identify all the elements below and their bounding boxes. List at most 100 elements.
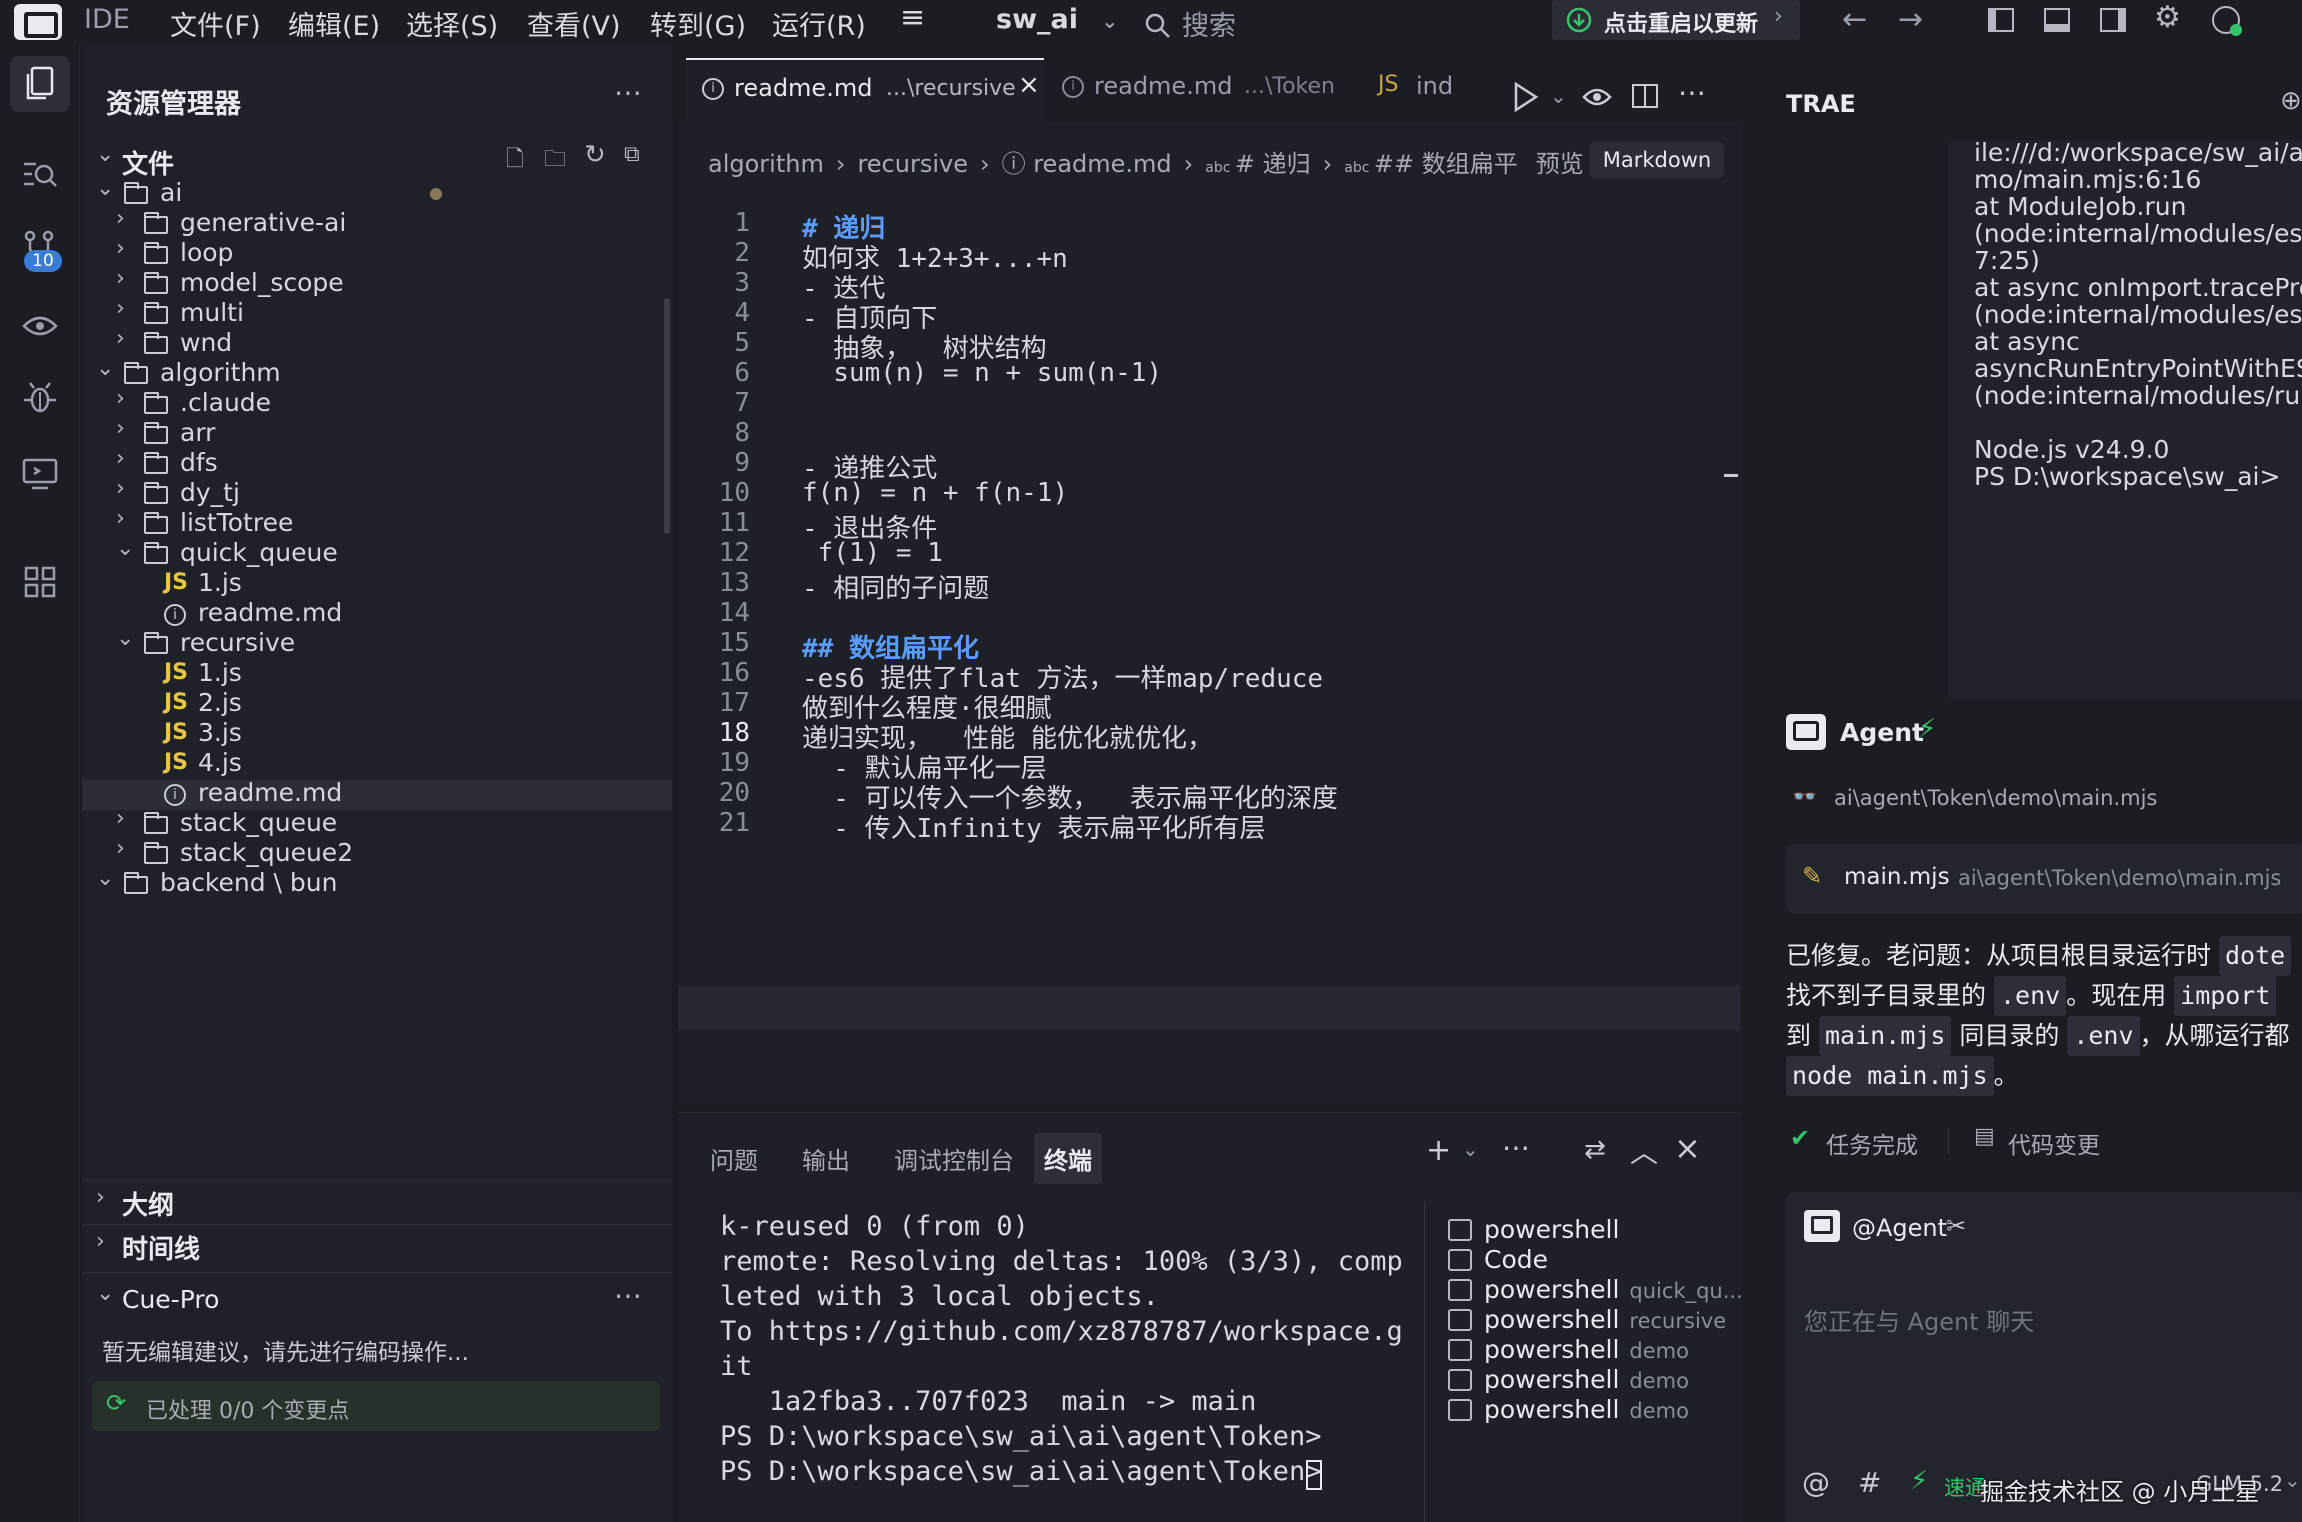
tree-item[interactable]: JS 4.js <box>82 748 672 780</box>
more-actions-icon[interactable]: ⋯ <box>614 1279 642 1312</box>
apps-grid-icon[interactable] <box>20 562 60 602</box>
preview-eye-icon[interactable] <box>1582 84 1612 110</box>
files-section-header[interactable]: ⌄ 文件 🗋 🗀 ↻ ⧉ <box>82 138 672 182</box>
tree-item[interactable]: ⌄ backend \ bun <box>82 866 672 900</box>
tree-item[interactable]: › .claude <box>82 386 672 420</box>
close-icon[interactable]: × <box>1018 70 1040 100</box>
tree-item[interactable]: › generative-ai <box>82 206 672 240</box>
back-arrow-icon[interactable]: ← <box>1842 2 1867 37</box>
project-switcher[interactable]: sw_ai ⌄ <box>996 4 1118 35</box>
tab-js-ind[interactable]: JS ind <box>1366 58 1453 122</box>
search-activity-icon[interactable] <box>20 156 60 196</box>
mention-at-icon[interactable]: @ <box>1802 1466 1830 1499</box>
account-icon[interactable] <box>2212 6 2242 36</box>
debug-bug-icon[interactable] <box>20 378 60 418</box>
tab-readme-token[interactable]: i readme.md ...\Token <box>1044 58 1366 122</box>
tab-debug-console[interactable]: 调试控制台 <box>894 1141 1014 1176</box>
toggle-secondary-sidebar-icon[interactable] <box>2100 8 2126 32</box>
menu-select[interactable]: 选择(S) <box>406 4 498 43</box>
terminal-session[interactable]: powershell recursive <box>1448 1305 1726 1334</box>
tree-item[interactable]: › arr <box>82 416 672 450</box>
chevron-down-icon[interactable]: ⌄ <box>96 1281 114 1306</box>
terminal-session[interactable]: powershell <box>1448 1215 1629 1244</box>
update-button[interactable]: 点击重启以更新 › <box>1552 0 1800 40</box>
viewed-file-path[interactable]: ai\agent\Token\demo\main.mjs <box>1834 786 2157 810</box>
terminal-session[interactable]: powershell quick_qu... <box>1448 1275 1743 1304</box>
breadcrumb-item[interactable]: # 递归 <box>1235 150 1311 178</box>
menu-run[interactable]: 运行(R) <box>772 4 866 43</box>
timeline-section[interactable]: › 时间线 <box>82 1224 672 1266</box>
tools-icon[interactable]: ✂ <box>1946 1212 1966 1240</box>
split-editor-icon[interactable] <box>1632 84 1658 108</box>
forward-arrow-icon[interactable]: → <box>1898 2 1923 37</box>
extensions-eye-icon[interactable] <box>20 306 60 346</box>
search-box[interactable]: 搜索 <box>1144 4 1236 43</box>
tree-item[interactable]: JS 2.js <box>82 688 672 720</box>
tree-item[interactable]: JS 3.js <box>82 718 672 750</box>
tree-item[interactable]: › stack_queue2 <box>82 836 672 870</box>
tab-output[interactable]: 输出 <box>802 1141 850 1176</box>
tree-item[interactable]: › dfs <box>82 446 672 480</box>
breadcrumb-item[interactable]: readme.md <box>1033 150 1171 178</box>
tree-item[interactable]: i readme.md <box>82 598 672 630</box>
tree-item[interactable]: › wnd <box>82 326 672 360</box>
tree-item[interactable]: › loop <box>82 236 672 270</box>
menu-edit[interactable]: 编辑(E) <box>288 4 380 43</box>
tree-item[interactable]: i readme.md <box>82 778 672 810</box>
explorer-activity[interactable] <box>10 56 70 112</box>
code-area[interactable]: 1 2 3 4 5 6 7 8 9 10 11 12 13 14 15 16 17 18 19 20 21 # 递归 如何… <box>678 200 1742 1104</box>
new-chat-icon[interactable]: ⊕ <box>2280 86 2302 116</box>
hash-icon[interactable]: # <box>1858 1466 1881 1499</box>
collapse-all-icon[interactable]: ⧉ <box>624 142 640 167</box>
hamburger-icon[interactable]: ≡ <box>900 0 925 35</box>
toggle-panel-icon[interactable] <box>2044 8 2070 32</box>
tree-item[interactable]: ⌄ ai <box>82 176 672 210</box>
more-actions-icon[interactable]: ⋯ <box>1678 76 1706 109</box>
terminal-session[interactable]: powershell demo <box>1448 1335 1689 1364</box>
more-actions-icon[interactable]: ⋯ <box>614 76 642 109</box>
preview-link[interactable]: 预览 <box>1536 150 1584 178</box>
tree-item[interactable]: › dy_tj <box>82 476 672 510</box>
tab-readme-recursive[interactable]: i readme.md ...\recursive × <box>686 58 1044 122</box>
terminal-session[interactable]: Code <box>1448 1245 1558 1274</box>
tree-item[interactable]: ⌄ algorithm <box>82 356 672 390</box>
terminal-session[interactable]: powershell demo <box>1448 1365 1689 1394</box>
new-folder-icon[interactable]: 🗀 <box>544 142 566 180</box>
edited-file-card[interactable]: ✎ main.mjs ai\agent\Token\demo\main.mjs <box>1786 844 2302 914</box>
menu-view[interactable]: 查看(V) <box>527 4 621 43</box>
new-terminal-icon[interactable]: + <box>1426 1133 1451 1168</box>
menu-file[interactable]: 文件(F) <box>170 4 261 43</box>
more-actions-icon[interactable]: ⋯ <box>1502 1131 1530 1164</box>
tree-item[interactable]: JS 1.js <box>82 568 672 600</box>
breadcrumb-item[interactable]: recursive <box>857 150 968 178</box>
terminal-session[interactable]: powershell demo <box>1448 1395 1689 1424</box>
run-play-icon[interactable] <box>1512 82 1540 112</box>
outline-section[interactable]: › 大纲 <box>82 1180 672 1222</box>
chevron-down-icon[interactable]: ⌄ <box>1550 84 1567 108</box>
panel-layout-icon[interactable]: ⇄ <box>1584 1135 1606 1165</box>
tree-item[interactable]: › stack_queue <box>82 806 672 840</box>
breadcrumb-item[interactable]: algorithm <box>708 150 824 178</box>
refresh-icon[interactable]: ↻ <box>584 140 606 170</box>
chevron-down-icon[interactable]: ⌄ <box>1462 1137 1479 1161</box>
breadcrumb-item[interactable]: ## 数组扁平 <box>1374 150 1518 178</box>
tree-item[interactable]: › multi <box>82 296 672 330</box>
remote-explorer-icon[interactable] <box>20 454 60 494</box>
code-changes-button[interactable]: 代码变更 <box>2008 1126 2100 1160</box>
maximize-panel-icon[interactable]: ︿ <box>1630 1131 1658 1171</box>
tree-item[interactable]: ⌄ recursive <box>82 626 672 660</box>
tab-problems[interactable]: 问题 <box>710 1141 758 1176</box>
agent-mention[interactable]: @Agent <box>1852 1214 1947 1242</box>
tree-scrollbar[interactable] <box>664 298 670 534</box>
language-mode-badge[interactable]: Markdown <box>1590 142 1724 178</box>
close-panel-icon[interactable]: × <box>1674 1129 1701 1167</box>
tree-item[interactable]: JS 1.js <box>82 658 672 690</box>
tab-terminal[interactable]: 终端 <box>1034 1133 1102 1184</box>
toggle-sidebar-icon[interactable] <box>1988 8 2014 32</box>
menu-goto[interactable]: 转到(G) <box>650 4 746 43</box>
tree-item[interactable]: › model_scope <box>82 266 672 300</box>
tree-item[interactable]: ⌄ quick_queue <box>82 536 672 570</box>
tree-item[interactable]: › listTotree <box>82 506 672 540</box>
chevron-down-icon[interactable]: ⌄ <box>2284 1468 2301 1492</box>
new-file-icon[interactable]: 🗋 <box>506 142 524 180</box>
